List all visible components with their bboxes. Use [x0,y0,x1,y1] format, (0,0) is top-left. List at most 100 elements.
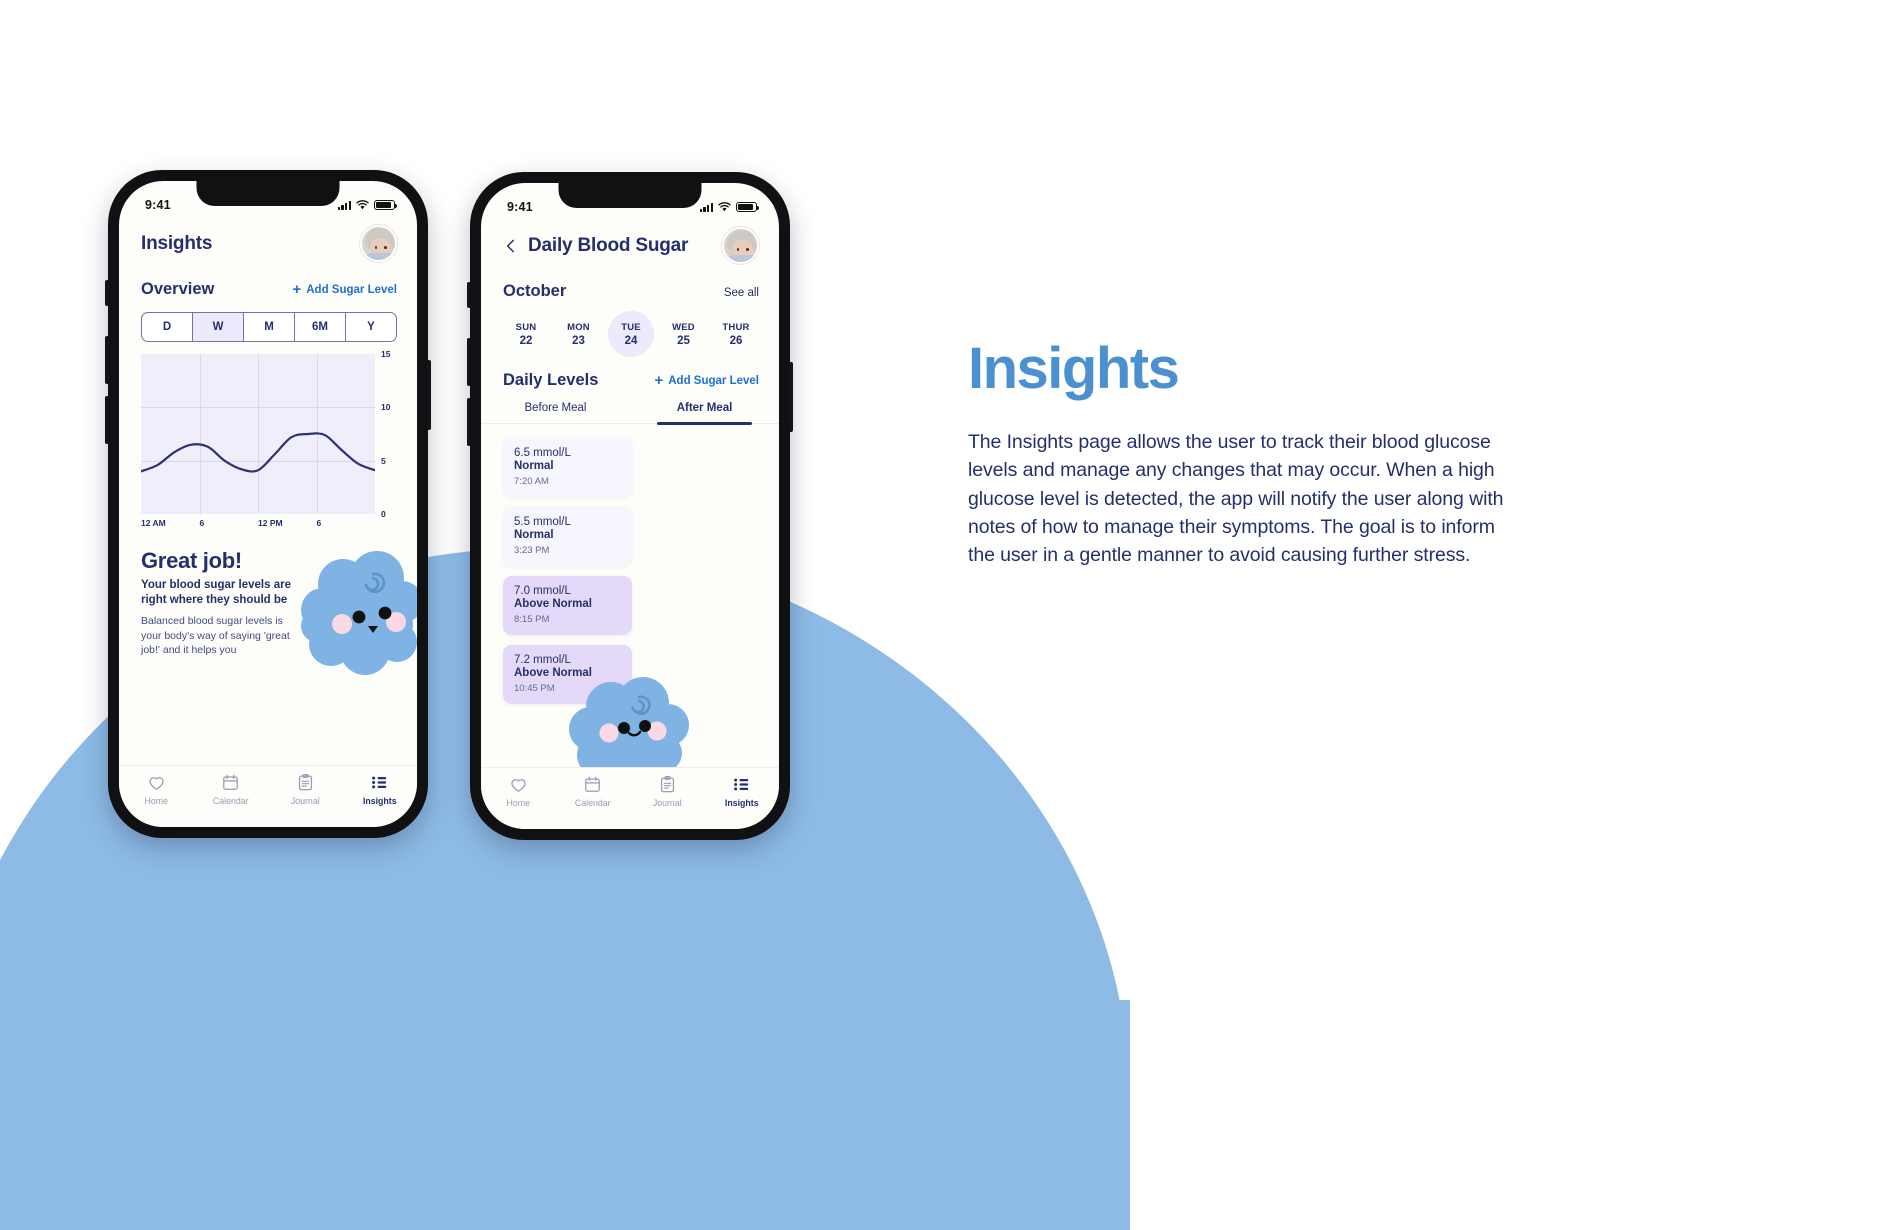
see-all-button[interactable]: See all [724,287,759,299]
clipboard-icon [298,773,312,791]
avatar-shirt [363,253,395,260]
tab-calendar-label: Calendar [212,796,249,806]
power-button[interactable] [427,360,431,430]
calendar-day-26[interactable]: THUR 26 [713,311,759,357]
range-option-6m[interactable]: 6M [295,313,346,341]
chart-y-axis: 15 10 5 0 [375,349,397,519]
calendar-num: 23 [572,334,585,347]
tab-home[interactable]: Home [481,775,556,808]
panel-heading: Insights [968,336,1180,401]
tab-insights[interactable]: Insights [343,773,418,806]
tab-before-meal[interactable]: Before Meal [481,402,630,423]
calendar-day-22[interactable]: SUN 22 [503,311,549,357]
calendar-strip[interactable]: SUN 22 MON 23 TUE 24 WED 25 THUR 26 [481,301,779,357]
phone-mockup-insights: 9:41 Insights Overview + Add Sugar Level… [105,170,431,838]
calendar-day-25[interactable]: WED 25 [661,311,707,357]
reading-value: 5.5 mmol/L [514,516,571,528]
phone1-screen: 9:41 Insights Overview + Add Sugar Level… [119,181,417,827]
background-blob-base [0,1000,1130,1230]
add-sugar-level-button[interactable]: + Add Sugar Level [654,373,759,388]
cellular-bars-icon [337,200,351,210]
reading-card[interactable]: 5.5 mmol/L Normal 3:23 PM [503,507,632,566]
calendar-dow: WED [672,321,695,333]
calendar-num: 24 [624,334,638,347]
phone2-screen: 9:41 Daily Blood Sugar October See all S… [481,183,779,829]
chevron-left-icon[interactable] [503,238,519,254]
page-title: Daily Blood Sugar [528,234,689,256]
clipboard-icon [660,775,674,793]
tab-after-meal[interactable]: After Meal [630,402,779,425]
tab-journal-label: Journal [652,798,682,808]
month-section-header: October See all [481,264,779,301]
calendar-icon [223,774,239,790]
phone1-tab-bar[interactable]: Home Calendar Journal Insights [119,765,417,827]
meal-tab-bar[interactable]: Before Meal After Meal [481,402,779,425]
y-tick-15: 15 [381,349,391,359]
calendar-day-23[interactable]: MON 23 [556,311,602,357]
tab-calendar[interactable]: Calendar [194,773,269,806]
volume-up-button[interactable] [467,338,471,386]
cellular-bars-icon [699,202,713,212]
reading-card[interactable]: 7.0 mmol/L Above Normal 8:15 PM [503,576,632,635]
tab-calendar[interactable]: Calendar [556,775,631,808]
calendar-icon [585,776,601,792]
add-sugar-level-label: Add Sugar Level [306,283,397,296]
reading-time: 3:23 PM [514,545,550,556]
calendar-day-24-selected[interactable]: TUE 24 [608,311,654,357]
great-job-card: Great job! Your blood sugar levels are r… [141,548,417,675]
great-job-body: Balanced blood sugar levels is your body… [141,615,290,657]
volume-down-button[interactable] [105,396,109,444]
chart-plot-area [141,354,375,514]
phone2-tab-bar[interactable]: Home Calendar Journal Insights [481,767,779,829]
range-option-w[interactable]: W [193,313,244,341]
reading-status: Above Normal [514,598,592,610]
tab-journal[interactable]: Journal [268,773,343,806]
phone2-content: Daily Blood Sugar October See all SUN 22… [481,183,779,767]
avatar-eye-right [384,246,387,249]
phone2-app: Daily Blood Sugar October See all SUN 22… [481,183,779,829]
battery-icon [736,201,760,213]
tab-home[interactable]: Home [119,773,194,806]
status-time: 9:41 [145,198,171,212]
calendar-num: 25 [677,334,690,347]
volume-up-button[interactable] [105,336,109,384]
tab-insights-label: Insights [724,798,759,808]
mute-switch[interactable] [105,280,109,306]
reading-card[interactable]: 6.5 mmol/L Normal 7:20 AM [503,438,632,497]
x-tick-3: 12 PM [258,518,283,528]
tab-journal-label: Journal [290,796,320,806]
range-option-d[interactable]: D [142,313,193,341]
avatar[interactable] [722,227,759,264]
calendar-num: 22 [519,334,533,347]
range-option-m[interactable]: M [244,313,295,341]
avatar[interactable] [360,225,397,262]
x-tick-2: 6 [199,518,205,528]
heart-icon [511,779,526,792]
status-icons [337,199,398,211]
avatar-shirt [725,255,757,262]
month-label: October [503,282,567,300]
avatar-eye-right [746,248,749,251]
add-sugar-level-button[interactable]: + Add Sugar Level [292,282,397,297]
tab-journal[interactable]: Journal [630,775,705,808]
calendar-num: 26 [729,334,743,347]
header-title-group: Daily Blood Sugar [503,235,688,257]
overview-title: Overview [141,280,215,298]
tab-home-label: Home [144,796,168,806]
cloud-mascot-happy [569,677,689,767]
list-icon [372,776,387,789]
cloud-mascot-happy [301,551,417,675]
volume-down-button[interactable] [467,398,471,446]
y-tick-5: 5 [381,455,386,466]
add-sugar-level-label: Add Sugar Level [668,374,759,387]
tab-insights[interactable]: Insights [705,775,780,808]
mute-switch[interactable] [467,282,471,308]
chart-x-axis: 12 AM 6 12 PM 6 [141,518,375,532]
range-option-y[interactable]: Y [346,313,396,341]
description-panel: Insights The Insights page allows the us… [968,340,1516,569]
power-button[interactable] [789,362,793,432]
avatar-eye-left [374,246,378,249]
range-segmented-control[interactable]: D W M 6M Y [141,312,397,342]
reading-value: 6.5 mmol/L [514,447,571,459]
y-tick-0: 0 [381,509,386,519]
